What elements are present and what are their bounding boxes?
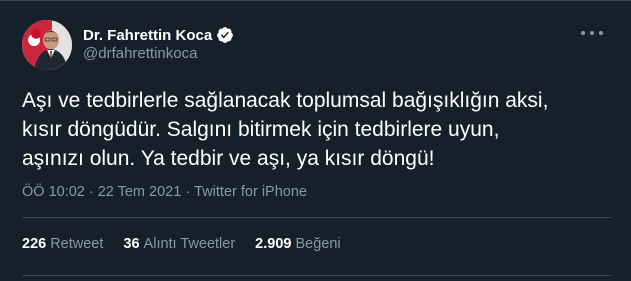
tweet-text: Aşı ve tedbirlerle sağlanacak toplumsal … (22, 89, 549, 170)
likes-count: 2.909 (255, 236, 292, 252)
quotes-label: Alıntı Tweetler (143, 236, 236, 252)
retweets-count: 226 (22, 236, 47, 252)
top-border (0, 0, 631, 1)
tweet-source[interactable]: Twitter for iPhone (194, 184, 307, 200)
more-dot (599, 31, 603, 35)
verified-badge-icon (216, 26, 234, 44)
divider (22, 275, 612, 276)
quotes-stat[interactable]: 36 Alıntı Tweetler (123, 236, 235, 252)
likes-label: Beğeni (295, 236, 341, 252)
tweet-date[interactable]: 22 Tem 2021 (98, 184, 182, 200)
retweets-label: Retweet (50, 236, 104, 252)
tweet-time[interactable]: ÖÖ 10:02 (22, 184, 85, 200)
meta-separator: · (88, 184, 94, 200)
avatar-image (22, 20, 72, 70)
meta-separator: · (185, 184, 191, 200)
retweets-stat[interactable]: 226 Retweet (22, 236, 103, 252)
likes-stat[interactable]: 2.909 Beğeni (255, 236, 340, 252)
tweet-card: Dr. Fahrettin Koca @drfahrettinkoca Aşı … (0, 0, 631, 281)
more-options-icon[interactable] (581, 27, 603, 39)
author-name-row: Dr. Fahrettin Koca (83, 25, 234, 45)
author-name[interactable]: Dr. Fahrettin Koca (83, 27, 212, 44)
quotes-count: 36 (123, 236, 140, 252)
avatar[interactable] (22, 20, 72, 70)
more-dot (590, 31, 594, 35)
divider (22, 217, 612, 218)
author-handle[interactable]: @drfahrettinkoca (83, 45, 197, 62)
more-dot (581, 31, 585, 35)
tweet-stats: 226 Retweet 36 Alıntı Tweetler 2.909 Beğeni (22, 236, 361, 252)
tweet-meta: ÖÖ 10:02 · 22 Tem 2021 · Twitter for iPhone (22, 184, 307, 200)
